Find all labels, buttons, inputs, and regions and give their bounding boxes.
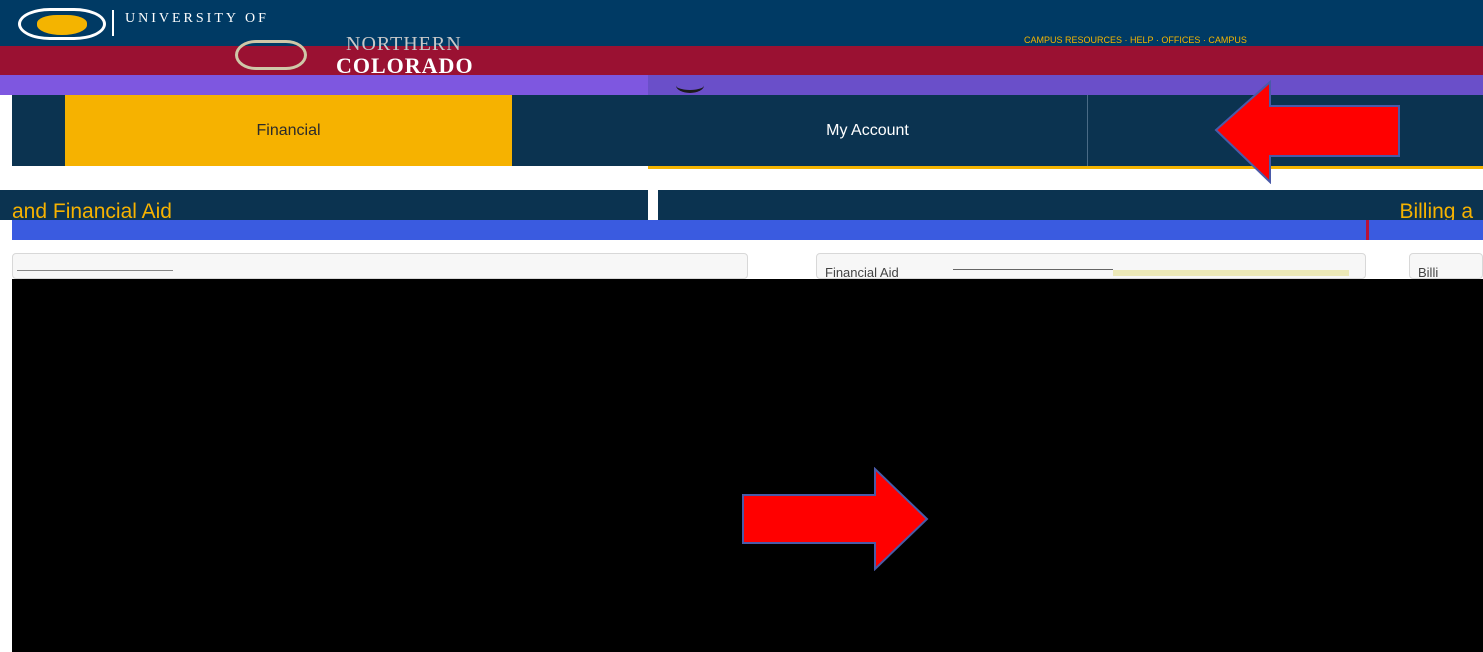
- chevron-icon: [676, 78, 704, 93]
- panel-financial-aid-label: Financial Aid: [825, 265, 899, 280]
- section-header-financial-aid: and Financial Aid: [0, 190, 648, 223]
- panel-billing-label: Billi: [1418, 265, 1439, 280]
- panel-mid-highlight: [1113, 270, 1349, 276]
- panel-mid-rule: [953, 269, 1113, 270]
- header-crimson-band: [0, 46, 1483, 75]
- panel-financial-aid[interactable]: Financial Aid: [816, 253, 1366, 280]
- bear-emblem-icon: [235, 40, 307, 70]
- tab-my-account-label: My Account: [826, 121, 909, 139]
- section-strip-right: [1366, 220, 1483, 240]
- unc-bear-logo-icon[interactable]: [18, 8, 106, 40]
- section-header-billing: Billing a: [658, 190, 1483, 223]
- content-area-obscured: [12, 279, 1483, 652]
- university-of-text: UNIVERSITY OF: [125, 11, 269, 26]
- tab-my-account[interactable]: My Account: [648, 95, 1088, 166]
- logo-divider: [112, 10, 114, 36]
- tab-financial[interactable]: Financial: [65, 95, 512, 166]
- nav-divider-white: [0, 166, 648, 170]
- right-arrow-icon: [742, 467, 929, 571]
- section-blue-strip: [12, 220, 1483, 240]
- nav-left-gap: [0, 95, 12, 166]
- panel-left[interactable]: [12, 253, 748, 279]
- panel-left-rule: [17, 270, 173, 271]
- header-top-links[interactable]: CAMPUS RESOURCES · HELP · OFFICES · CAMP…: [1024, 35, 1247, 45]
- tab-financial-label: Financial: [256, 121, 321, 139]
- left-arrow-icon: [1214, 80, 1400, 184]
- panel-billing[interactable]: Billi: [1409, 253, 1483, 280]
